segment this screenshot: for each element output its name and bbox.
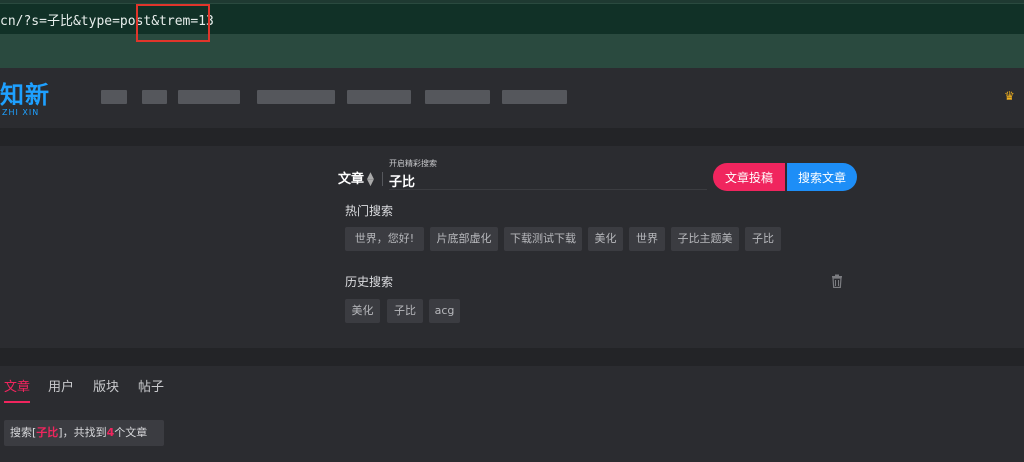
sort-caret-icon[interactable]: ▲ ▼ xyxy=(367,172,374,188)
hot-tag[interactable]: 片底部虚化 xyxy=(430,227,498,251)
tab-forums[interactable]: 版块 xyxy=(93,380,119,396)
result-suffix: 个文章 xyxy=(114,426,148,439)
crown-icon[interactable]: ♛ xyxy=(1004,90,1015,102)
search-type-label[interactable]: 文章 xyxy=(338,172,364,188)
nav-item-blurred[interactable] xyxy=(502,90,567,104)
active-tab-indicator xyxy=(4,401,30,403)
site-logo[interactable]: 知新 xyxy=(0,82,50,108)
site-header: 知新 ZHI XIN ♛ xyxy=(0,68,1024,128)
nav-item-blurred[interactable] xyxy=(178,90,240,104)
hot-tag[interactable]: 世界 xyxy=(629,227,665,251)
search-panel: 文章 ▲▼ 开启精彩搜索 文章投稿 搜索文章 热门搜索 世界，您好! 片底部虚化… xyxy=(0,146,1024,348)
site-logo-subtitle: ZHI XIN xyxy=(2,108,40,117)
submit-article-button[interactable]: 文章投稿 xyxy=(713,163,785,191)
hot-tag[interactable]: 下载测试下载 xyxy=(504,227,582,251)
hot-search-title: 热门搜索 xyxy=(345,204,394,218)
search-result-summary: 搜索[子比]，共找到4个文章 xyxy=(4,420,164,446)
search-input[interactable] xyxy=(389,171,707,190)
tab-articles[interactable]: 文章 xyxy=(4,380,30,396)
address-bar-top-strip xyxy=(0,0,1024,3)
history-search-title: 历史搜索 xyxy=(345,275,394,289)
tab-posts[interactable]: 帖子 xyxy=(138,380,164,396)
hot-tag[interactable]: 美化 xyxy=(588,227,623,251)
nav-item-blurred[interactable] xyxy=(101,90,127,104)
nav-item-blurred[interactable] xyxy=(257,90,335,104)
trash-icon[interactable] xyxy=(831,274,843,288)
nav-item-blurred[interactable] xyxy=(142,90,167,104)
result-prefix: 搜索[ xyxy=(10,426,37,439)
history-tag[interactable]: 美化 xyxy=(345,299,380,323)
tab-users[interactable]: 用户 xyxy=(48,380,74,396)
hot-tag[interactable]: 子比 xyxy=(745,227,781,251)
hot-tag[interactable]: 子比主题美 xyxy=(671,227,739,251)
browser-address-bar: cn/?s=子比&type=post&trem=13 xyxy=(0,0,1024,68)
nav-item-blurred[interactable] xyxy=(347,90,411,104)
history-tag[interactable]: acg xyxy=(429,299,460,323)
nav-item-blurred[interactable] xyxy=(425,90,490,104)
search-articles-button[interactable]: 搜索文章 xyxy=(787,163,857,191)
result-middle: ]，共找到 xyxy=(58,426,107,439)
results-section: 文章 用户 版块 帖子 搜索[子比]，共找到4个文章 xyxy=(0,366,1024,462)
history-tag[interactable]: 子比 xyxy=(387,299,423,323)
hot-tag[interactable]: 世界，您好! xyxy=(345,227,424,251)
search-hint-label: 开启精彩搜索 xyxy=(389,159,437,168)
search-divider xyxy=(382,172,383,186)
result-summary-text: 搜索[子比]，共找到4个文章 xyxy=(10,426,147,440)
result-keyword: 子比 xyxy=(36,426,59,439)
url-highlight-box xyxy=(136,4,210,42)
